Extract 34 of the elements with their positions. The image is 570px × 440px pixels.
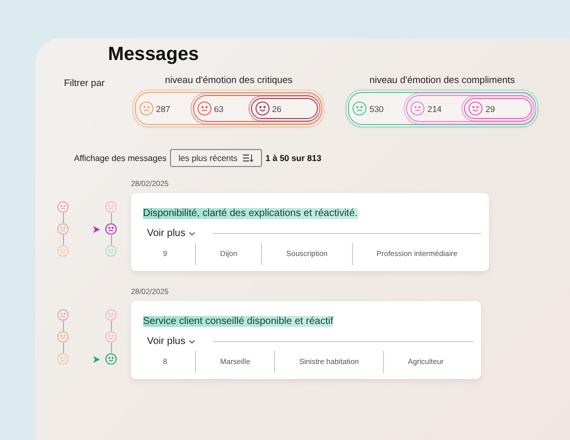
filter-pill[interactable]: 214 29 — [406, 95, 534, 122]
face-icon — [468, 101, 484, 116]
count: 63 — [214, 104, 224, 114]
filter-group-label: niveau d'émotion des critiques — [164, 75, 292, 86]
see-more-button[interactable]: Voir plus — [147, 228, 196, 239]
message-text: Disponibilité, clarté des explications et réactivité. — [143, 208, 358, 219]
sort-icon — [242, 154, 254, 162]
count: 26 — [272, 104, 282, 114]
sort-label: Affichage des messages — [74, 153, 166, 163]
face-icon — [139, 101, 154, 116]
filter-label: Filtrer par — [64, 78, 106, 89]
face-icon — [255, 101, 270, 116]
page-title: Messages — [108, 44, 200, 66]
result-range: 1 à 50 sur 813 — [266, 153, 322, 163]
filter-pill[interactable]: 26 — [251, 98, 318, 119]
face-icon — [352, 101, 368, 116]
message-text: Service client conseillé disponible et réactif — [143, 316, 334, 327]
count: 530 — [369, 104, 384, 114]
filter-pill[interactable]: 29 — [464, 98, 532, 119]
face-icon — [197, 101, 212, 116]
chevron-down-icon — [189, 232, 196, 236]
filter-group-label: niveau d'émotion des compliments — [369, 75, 515, 86]
face-icon — [410, 101, 426, 116]
sort-button[interactable]: les plus récents — [170, 149, 262, 167]
count: 29 — [485, 104, 495, 114]
filter-pill[interactable]: 287 63 26 — [135, 92, 322, 125]
filter-pill[interactable]: 63 26 — [193, 95, 320, 122]
pointer-icon — [93, 356, 100, 362]
chevron-down-icon — [189, 340, 196, 344]
filter-pill[interactable]: 530 214 29 — [348, 92, 536, 125]
count: 214 — [427, 104, 442, 114]
see-more-button[interactable]: Voir plus — [147, 336, 196, 347]
count: 287 — [156, 104, 170, 114]
pointer-icon — [93, 226, 100, 232]
